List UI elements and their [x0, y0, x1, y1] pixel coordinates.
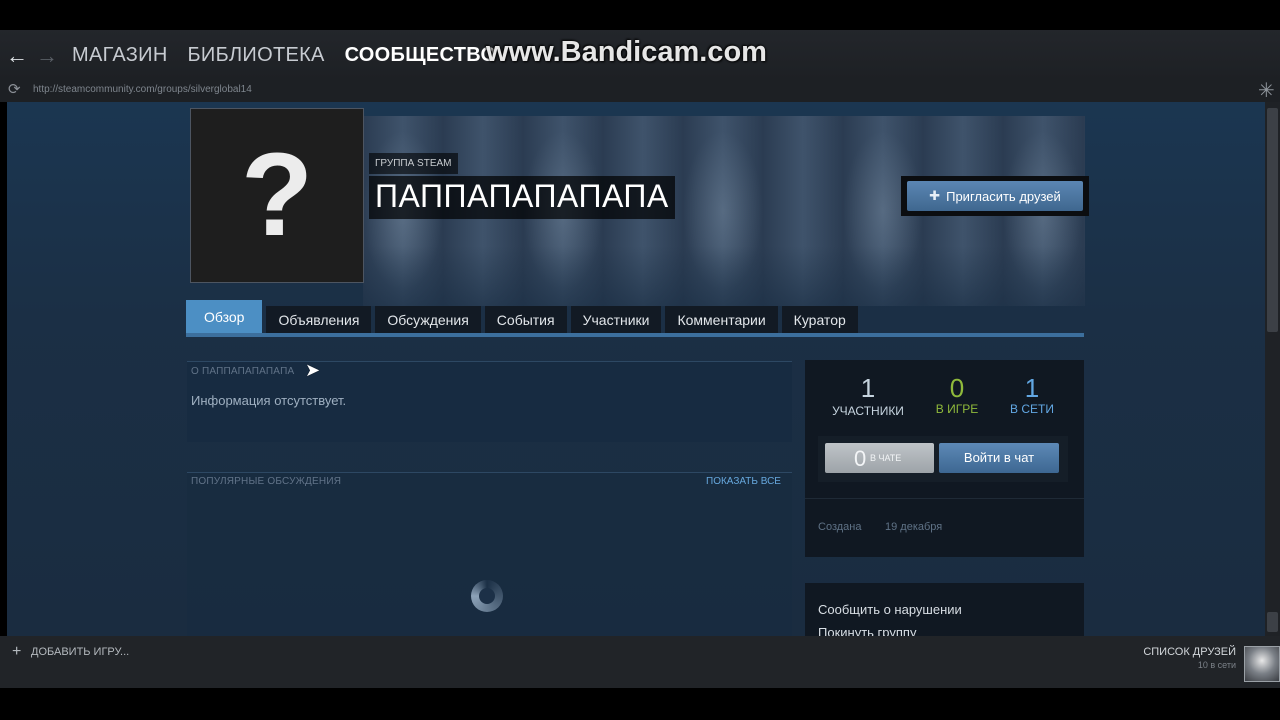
tab-overview[interactable]: Обзор: [186, 300, 263, 334]
add-game-button[interactable]: ДОБАВИТЬ ИГРУ...: [31, 646, 129, 658]
group-type-label: ГРУППА STEAM: [369, 153, 458, 174]
question-mark-icon: ?: [240, 129, 314, 261]
popular-discussions-section: [187, 472, 792, 637]
group-tabs: Обзор Объявления Обсуждения События Учас…: [186, 300, 862, 334]
join-chat-button[interactable]: Войти в чат: [939, 443, 1059, 473]
bandicam-watermark: www.Bandicam.com: [486, 36, 767, 68]
panel-divider: [805, 498, 1084, 499]
report-link[interactable]: Сообщить о нарушении: [818, 602, 962, 617]
nav-store[interactable]: МАГАЗИН: [72, 44, 168, 66]
group-name: ПАППАПАПАПАПА: [369, 176, 675, 219]
online-count: 1: [1024, 373, 1040, 403]
members-label[interactable]: УЧАСТНИКИ: [818, 404, 918, 418]
spinner-center: [479, 588, 495, 604]
friends-online-count: 10 в сети: [1197, 660, 1236, 670]
created-date: 19 декабря: [885, 521, 943, 533]
add-person-icon: ✚: [929, 188, 941, 203]
mouse-cursor-icon: ➤: [305, 360, 321, 380]
tab-members[interactable]: Участники: [570, 306, 662, 334]
tab-announcements[interactable]: Объявления: [266, 306, 372, 334]
invite-friends-button[interactable]: ✚ Пригласить друзей: [907, 181, 1083, 211]
nav-community[interactable]: СООБЩЕСТВО: [345, 44, 497, 66]
popular-discussions-heading: ПОПУЛЯРНЫЕ ОБСУЖДЕНИЯ: [191, 476, 342, 487]
about-heading: О ПАППАПАПАПАПА: [191, 366, 295, 377]
created-label: Создана: [818, 521, 862, 533]
invite-friends-label: Пригласить друзей: [946, 188, 1061, 204]
online-label[interactable]: В СЕТИ: [982, 402, 1082, 416]
back-arrow-icon[interactable]: ←: [6, 43, 28, 69]
tab-discussions[interactable]: Обсуждения: [375, 306, 481, 334]
friends-list-button[interactable]: СПИСОК ДРУЗЕЙ: [1143, 646, 1236, 658]
letterbox-bottom: [0, 688, 1280, 720]
tab-curator[interactable]: Куратор: [781, 306, 858, 334]
letterbox-top: [0, 0, 1280, 30]
user-avatar-icon[interactable]: [1244, 646, 1280, 682]
chat-count-label: В ЧАТЕ: [870, 453, 902, 463]
nav-library[interactable]: БИБЛИОТЕКА: [187, 44, 324, 66]
top-navigation: МАГАЗИН БИБЛИОТЕКА СООБЩЕСТВО: [72, 44, 510, 67]
show-all-link[interactable]: ПОКАЗАТЬ ВСЕ: [706, 476, 781, 487]
steam-bottombar: [0, 636, 1280, 688]
scrollbar-thumb[interactable]: [1267, 108, 1278, 332]
about-text: Информация отсутствует.: [191, 393, 347, 408]
url-text[interactable]: http://steamcommunity.com/groups/silverg…: [33, 84, 252, 95]
scrollbar-down[interactable]: [1267, 612, 1278, 632]
tab-events[interactable]: События: [484, 306, 567, 334]
tab-comments[interactable]: Комментарии: [665, 306, 778, 334]
forward-arrow-icon[interactable]: →: [36, 43, 58, 69]
loading-gear-icon: ✳: [1258, 80, 1275, 102]
reload-icon[interactable]: ⟳: [8, 80, 21, 98]
chat-count: 0: [854, 446, 867, 471]
members-count: 1: [860, 373, 876, 403]
tab-underline: [186, 333, 1084, 337]
plus-icon[interactable]: +: [12, 643, 21, 661]
